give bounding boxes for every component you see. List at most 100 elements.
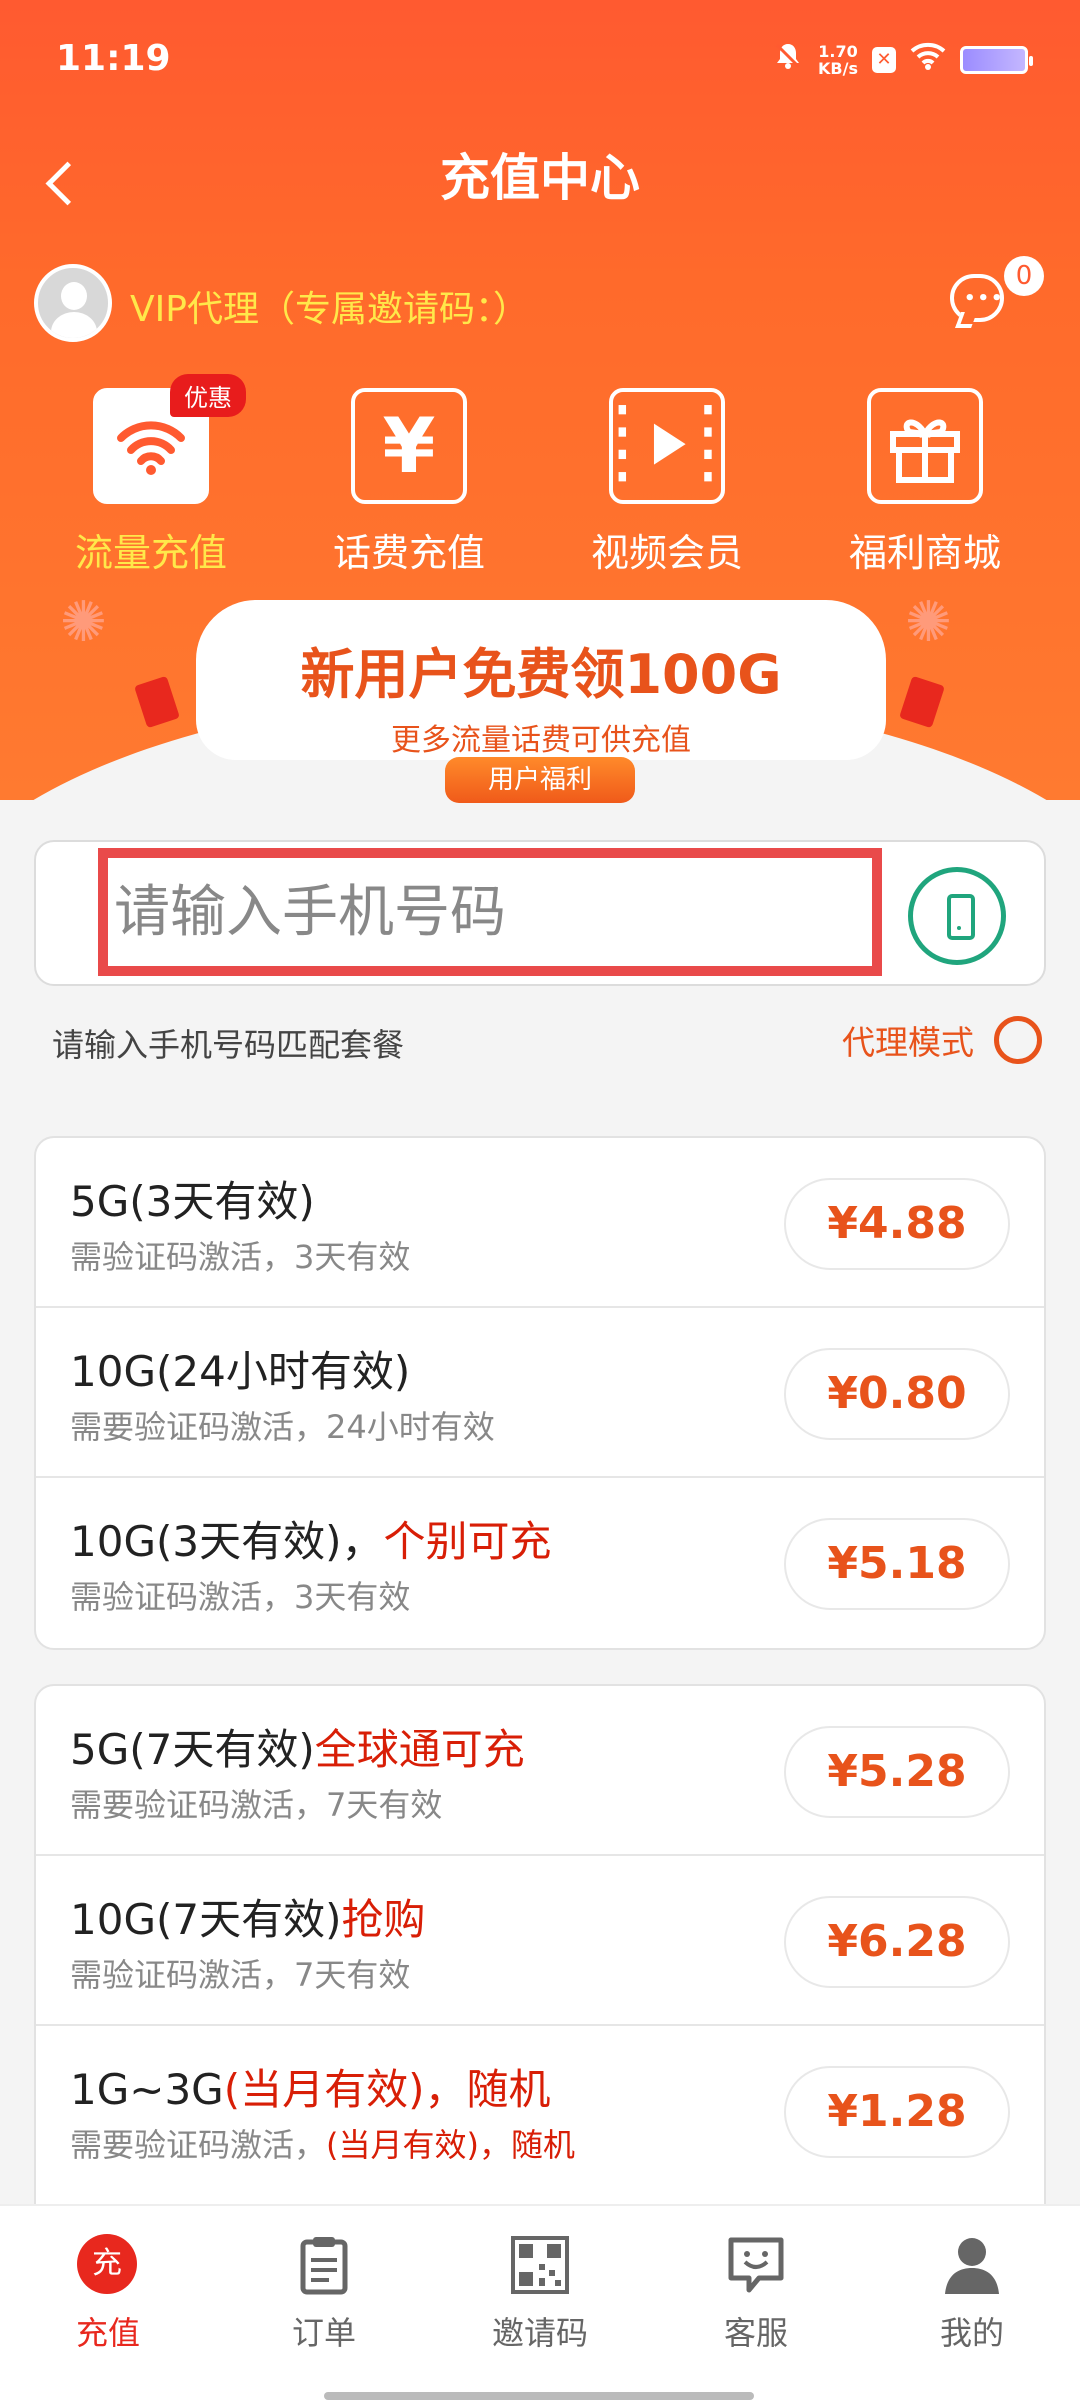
qrcode-icon [509,2234,571,2296]
plan-desc: 需验证码激活，7天有效 [70,1950,410,1996]
tab-orders[interactable]: 订单 [216,2234,432,2354]
plan-item[interactable]: 5G(3天有效) 需验证码激活，3天有效 ¥4.88 [36,1138,1044,1308]
category-label: 话费充值 [332,531,485,575]
category-phone-recharge[interactable]: ¥ 话费充值 [280,382,538,582]
plan-item[interactable]: 1G~3G(当月有效)，随机 需要验证码激活，(当月有效)，随机 ¥1.28 [36,2026,1044,2196]
user-icon [941,2234,1003,2296]
message-icon[interactable]: ••• [950,274,1004,322]
firework-decoration-icon: ✺ [905,590,952,655]
plan-desc-highlight: (当月有效)，随机 [326,2126,575,2164]
tab-label: 充值 [75,2314,140,2352]
nav-bar: 充值中心 [0,120,1080,240]
category-label: 福利商城 [848,531,1001,575]
plan-title-highlight: 抢购 [341,1895,426,1944]
status-icons: 1.70 KB/s ✕ [772,40,1033,80]
tab-label: 我的 [939,2314,1004,2352]
recharge-icon: 充 [77,2234,139,2296]
plan-title-text: 10G(3天有效)， [70,1517,384,1566]
plan-title-text: 10G(7天有效) [70,1895,342,1944]
plan-title: 10G(7天有效)抢购 [70,1886,426,1947]
tab-mine[interactable]: 我的 [864,2234,1080,2354]
discount-badge: 优惠 [170,374,246,417]
tab-invite-code[interactable]: 邀请码 [432,2234,648,2354]
plan-desc-text: 需要验证码激活， [70,2126,327,2164]
plan-desc: 需要验证码激活，24小时有效 [70,1402,495,1448]
plan-title-highlight: (当月有效)，随机 [223,2065,551,2114]
agent-mode-label: 代理模式 [842,1023,974,1062]
plan-title-highlight: 全球通可充 [314,1725,525,1774]
vip-row: VIP代理（专属邀请码：） ••• 0 [34,256,1044,342]
price-button[interactable]: ¥4.88 [784,1178,1010,1270]
hint-row: 请输入手机号码匹配套餐 代理模式 [52,1016,1042,1070]
agent-mode-toggle[interactable]: 代理模式 [842,1016,1042,1064]
network-speed: 1.70 KB/s [818,43,858,77]
status-bar: 11:19 1.70 KB/s ✕ [0,0,1080,120]
promo-banner[interactable]: 新用户免费领100G 更多流量话费可供充值 [196,600,886,760]
price-button[interactable]: ¥5.28 [784,1726,1010,1818]
plan-title-text: 5G(3天有效) [70,1177,315,1226]
plan-desc-text: 需验证码激活，3天有效 [70,1578,411,1616]
plan-item[interactable]: 10G(24小时有效) 需要验证码激活，24小时有效 ¥0.80 [36,1308,1044,1478]
plan-desc: 需验证码激活，3天有效 [70,1232,410,1278]
plan-title: 5G(7天有效)全球通可充 [70,1716,525,1777]
tab-customer-service[interactable]: 客服 [648,2234,864,2354]
plan-title: 10G(24小时有效) [70,1338,410,1399]
avatar[interactable] [34,264,112,342]
plan-desc-text: 需验证码激活，7天有效 [70,1956,411,1994]
price-button[interactable]: ¥5.18 [784,1518,1010,1610]
plan-title-text: 10G(24小时有效) [70,1347,411,1396]
category-label: 视频会员 [590,531,743,575]
price-button[interactable]: ¥1.28 [784,2066,1010,2158]
tab-label: 邀请码 [491,2314,588,2352]
page-title: 充值中心 [440,149,640,207]
plan-group-2: 5G(7天有效)全球通可充 需要验证码激活，7天有效 ¥5.28 10G(7天有… [34,1684,1046,2224]
battery-icon [960,46,1033,74]
promo-subtitle: 更多流量话费可供充值 [391,723,691,758]
plan-title-text: 1G~3G [70,2065,224,2114]
category-video-vip[interactable]: 视频会员 [538,382,796,582]
plan-title: 1G~3G(当月有效)，随机 [70,2056,551,2117]
plan-group-1: 5G(3天有效) 需验证码激活，3天有效 ¥4.88 10G(24小时有效) 需… [34,1136,1046,1650]
plan-title: 10G(3天有效)，个别可充 [70,1508,552,1569]
plan-title-text: 5G(7天有效) [70,1725,315,1774]
plan-title-highlight: 个别可充 [383,1517,552,1566]
plan-title: 5G(3天有效) [70,1168,315,1229]
category-label: 流量充值 [74,531,227,575]
plan-item[interactable]: 10G(7天有效)抢购 需验证码激活，7天有效 ¥6.28 [36,1856,1044,2026]
video-play-icon [609,388,725,504]
notification-x-icon: ✕ [872,47,896,73]
promo-title: 新用户免费领100G [300,643,782,706]
plan-desc-text: 需要验证码激活，24小时有效 [70,1408,495,1446]
clipboard-icon [293,2234,355,2296]
tab-label: 客服 [723,2314,788,2352]
plan-desc: 需验证码激活，3天有效 [70,1572,410,1618]
network-speed-unit: KB/s [818,59,858,78]
category-welfare-mall[interactable]: 福利商城 [796,382,1054,582]
message-count-badge: 0 [1004,256,1044,296]
plan-item[interactable]: 10G(3天有效)，个别可充 需验证码激活，3天有效 ¥5.18 [36,1478,1044,1648]
tab-label: 订单 [291,2314,356,2352]
vip-invite-text: VIP代理（专属邀请码：） [130,289,529,330]
price-button[interactable]: ¥6.28 [784,1896,1010,1988]
recharge-icon-glyph: 充 [77,2234,137,2294]
plan-desc-text: 需验证码激活，3天有效 [70,1238,411,1276]
phone-input-box [34,840,1046,986]
price-button[interactable]: ¥0.80 [784,1348,1010,1440]
hint-text: 请输入手机号码匹配套餐 [52,1026,405,1064]
bottom-tab-bar: 充 充值 订单 邀请码 客服 我的 [0,2204,1080,2408]
wifi-status-icon [910,42,946,78]
plan-item[interactable]: 5G(7天有效)全球通可充 需要验证码激活，7天有效 ¥5.28 [36,1686,1044,1856]
agent-mode-radio[interactable] [994,1016,1042,1064]
gift-icon [867,388,983,504]
status-time: 11:19 [56,38,171,79]
category-data-recharge[interactable]: 优惠 流量充值 [22,374,280,582]
plan-desc-text: 需要验证码激活，7天有效 [70,1786,443,1824]
plan-desc: 需要验证码激活，7天有效 [70,1780,442,1826]
tab-recharge[interactable]: 充 充值 [0,2234,216,2354]
app-root: ✺ ✺ 11:19 1.70 KB/s ✕ 充值中心 VIP代理（专属邀请码：） [0,0,1080,2408]
home-indicator[interactable] [324,2392,754,2400]
phone-number-input[interactable] [98,848,882,976]
plan-desc: 需要验证码激活，(当月有效)，随机 [70,2120,575,2166]
firework-decoration-icon: ✺ [60,590,107,655]
contacts-phone-icon[interactable] [908,867,1006,965]
